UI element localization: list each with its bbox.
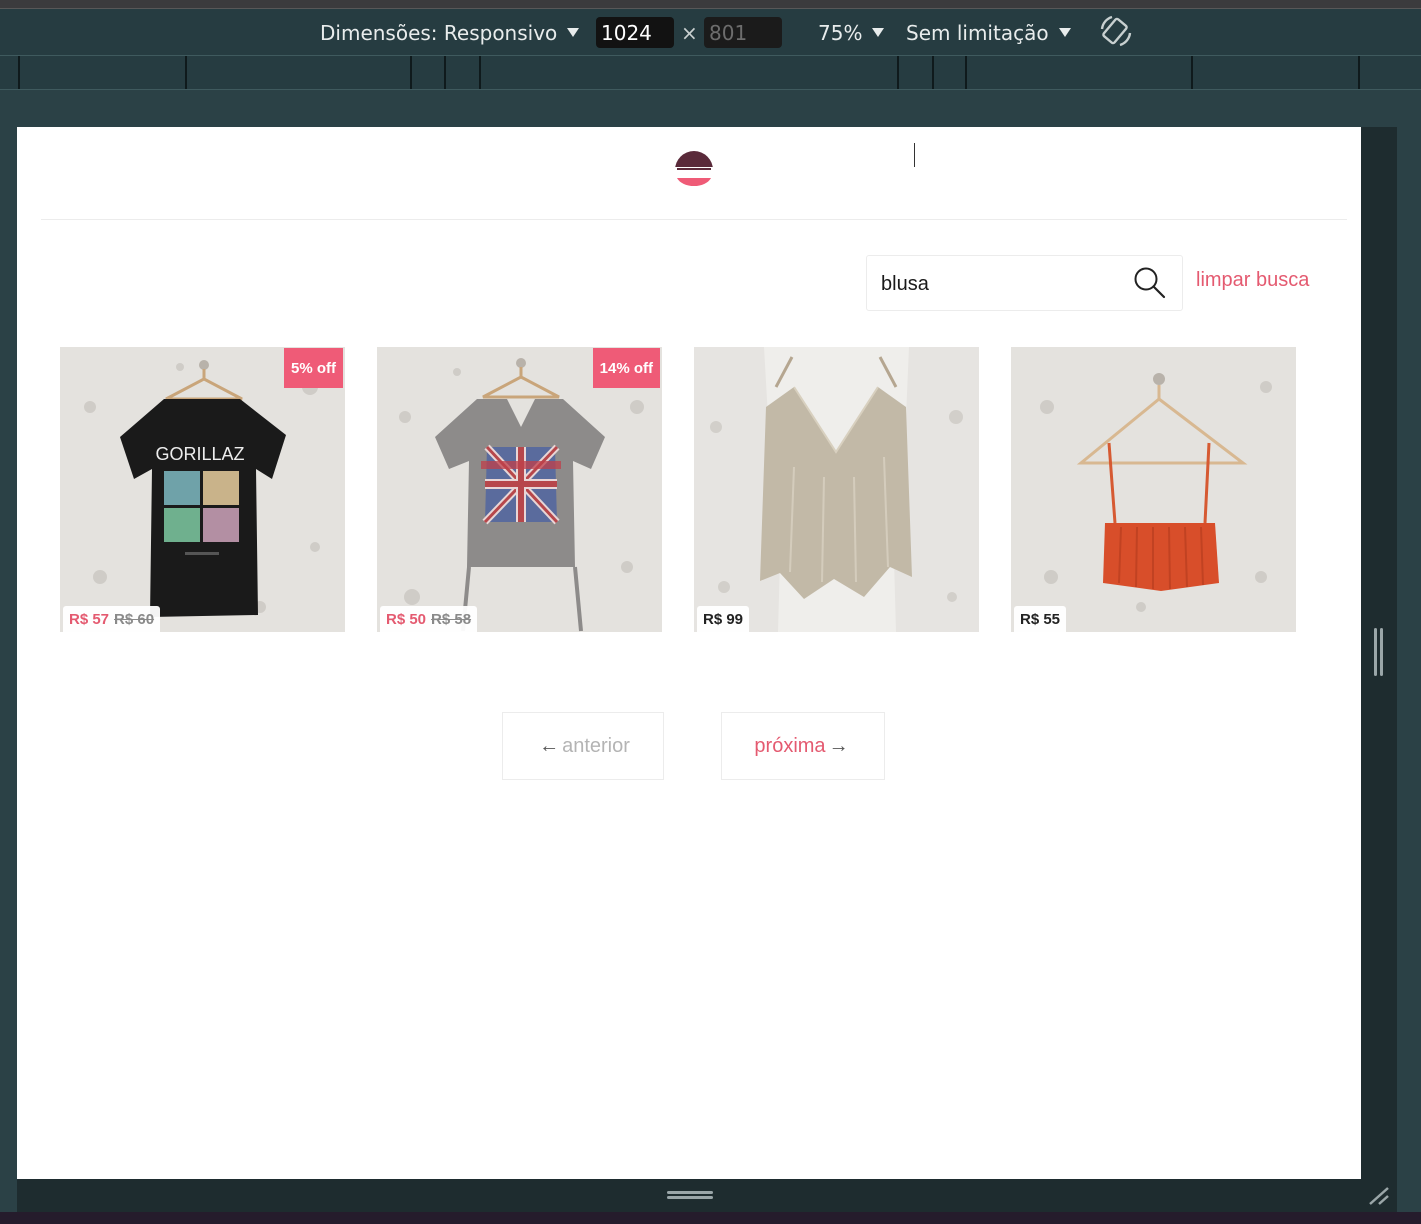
next-page-label: próxima: [754, 734, 826, 757]
original-price: R$ 60: [114, 610, 155, 628]
product-grid: GORILLAZ 5% off R$ 57 R$ 60 14% off R$ 5…: [60, 347, 1300, 633]
product-card[interactable]: R$ 99: [694, 347, 979, 632]
product-image-def-leppard-tshirt: [377, 347, 662, 632]
caret-down-icon: [872, 28, 885, 37]
price: R$ 99: [703, 610, 744, 628]
product-image-gorillaz-tshirt: GORILLAZ: [60, 347, 345, 632]
text-cursor: [914, 143, 915, 167]
zoom-dropdown[interactable]: 75%: [818, 9, 885, 56]
discount-badge: 5% off: [284, 348, 343, 388]
previous-page-label: anterior: [562, 734, 630, 757]
dimensions-label: Dimensões: Responsivo: [320, 20, 558, 45]
zoom-label: 75%: [818, 20, 863, 45]
window-bottom-strip: [0, 1212, 1421, 1224]
device-toolbar: Dimensões: Responsivo 1024 × 801 75% Sem…: [0, 9, 1421, 56]
product-card[interactable]: 14% off R$ 50 R$ 58: [377, 347, 662, 632]
ruler-spacer: [0, 90, 1421, 127]
arrow-right-icon: →: [828, 734, 849, 757]
previous-page-button[interactable]: ← anterior: [502, 712, 664, 780]
throttle-label: Sem limitação: [906, 20, 1049, 45]
product-card[interactable]: R$ 55: [1011, 347, 1296, 632]
browser-top-strip: [0, 0, 1421, 9]
original-price: R$ 58: [431, 610, 472, 628]
search-icon[interactable]: [1133, 266, 1167, 300]
height-resize-handle[interactable]: [667, 1191, 713, 1201]
price-tag: R$ 50 R$ 58: [380, 606, 478, 632]
price-tag: R$ 57 R$ 60: [63, 606, 161, 632]
height-input[interactable]: 801: [704, 17, 782, 48]
price: R$ 55: [1020, 610, 1061, 628]
clear-search-link[interactable]: limpar busca: [1196, 269, 1309, 292]
dimensions-dropdown[interactable]: Dimensões: Responsivo: [320, 9, 580, 56]
product-image-orange-crop-top: [1011, 347, 1296, 632]
width-resize-handle[interactable]: [1373, 628, 1385, 676]
discount-badge: 14% off: [592, 348, 660, 388]
throttle-dropdown[interactable]: Sem limitação: [906, 9, 1071, 56]
rotate-device-icon[interactable]: [1098, 13, 1134, 49]
header-divider: [41, 219, 1347, 220]
product-card[interactable]: GORILLAZ 5% off R$ 57 R$ 60: [60, 347, 345, 632]
times-symbol: ×: [681, 20, 698, 45]
caret-down-icon: [1058, 28, 1071, 37]
next-page-button[interactable]: próxima →: [721, 712, 885, 780]
corner-resize-grip-icon[interactable]: [1366, 1184, 1392, 1208]
arrow-left-icon: ←: [539, 734, 560, 757]
width-input[interactable]: 1024: [596, 17, 674, 48]
price-tag: R$ 55: [1014, 606, 1067, 632]
sale-price: R$ 50: [386, 610, 427, 628]
search-input[interactable]: [881, 268, 1121, 300]
store-logo[interactable]: [673, 150, 715, 192]
sale-price: R$ 57: [69, 610, 110, 628]
caret-down-icon: [567, 28, 580, 37]
media-query-ruler[interactable]: [0, 56, 1421, 90]
emulated-viewport: limpar busca GORILLAZ 5% off R$ 57 R$ 60: [17, 127, 1361, 1179]
product-image-sequin-camisole: [694, 347, 979, 632]
price-tag: R$ 99: [697, 606, 750, 632]
tshirt-graphic-text: GORILLAZ: [155, 444, 244, 464]
